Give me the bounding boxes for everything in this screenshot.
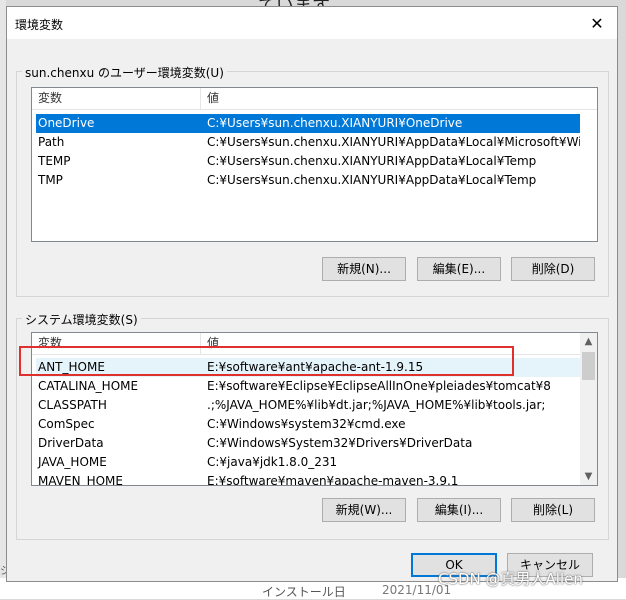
system-var-value: C:¥java¥jdk1.8.0_231 <box>207 455 338 469</box>
user-var-name: Path <box>38 135 65 149</box>
system-var-row-java-home[interactable]: JAVA_HOME C:¥java¥jdk1.8.0_231 <box>36 453 580 472</box>
ant-home-highlight-box <box>19 346 514 376</box>
column-header-variable[interactable]: 変数 <box>32 88 200 109</box>
title-bar[interactable]: 環境変数 ✕ <box>7 7 617 39</box>
user-var-row-path[interactable]: Path C:¥Users¥sun.chenxu.XIANYURI¥AppDat… <box>36 133 580 152</box>
system-var-name: CATALINA_HOME <box>38 379 139 393</box>
system-var-value: C:¥Windows¥system32¥cmd.exe <box>207 417 406 431</box>
user-var-row-temp[interactable]: TEMP C:¥Users¥sun.chenxu.XIANYURI¥AppDat… <box>36 152 580 171</box>
watermark-text: CSDN @真男人Allen <box>438 570 583 588</box>
user-variables-list[interactable]: 変数 値 OneDrive C:¥Users¥sun.chenxu.XIANYU… <box>31 87 598 242</box>
system-var-row-maven-home[interactable]: MAVEN_HOME E:¥software¥maven¥apache-mave… <box>36 472 580 486</box>
user-var-value: C:¥Users¥sun.chenxu.XIANYURI¥OneDrive <box>207 116 463 130</box>
system-var-row-classpath[interactable]: CLASSPATH .;%JAVA_HOME%¥lib¥dt.jar;%JAVA… <box>36 396 580 415</box>
user-delete-button[interactable]: 削除(D) <box>511 257 595 281</box>
user-var-name: TEMP <box>38 154 71 168</box>
user-new-button[interactable]: 新規(N)... <box>322 257 406 281</box>
user-edit-button[interactable]: 編集(E)... <box>417 257 501 281</box>
system-var-value: E:¥software¥maven¥apache-maven-3.9.1 <box>207 474 459 486</box>
background-install-date-label: インストール日 <box>262 585 346 599</box>
scrollbar-thumb[interactable] <box>582 352 595 380</box>
system-var-name: DriverData <box>38 436 104 450</box>
system-var-value: .;%JAVA_HOME%¥lib¥dt.jar;%JAVA_HOME%¥lib… <box>207 398 546 412</box>
system-var-row-catalina-home[interactable]: CATALINA_HOME E:¥software¥Eclipse¥Eclips… <box>36 377 580 396</box>
scroll-down-icon[interactable]: ▼ <box>580 468 597 485</box>
user-var-value: C:¥Users¥sun.chenxu.XIANYURI¥AppData¥Loc… <box>207 154 537 168</box>
system-new-button[interactable]: 新規(W)... <box>322 498 406 522</box>
system-var-row-driverdata[interactable]: DriverData C:¥Windows¥System32¥Drivers¥D… <box>36 434 580 453</box>
environment-variables-dialog: 環境変数 ✕ sun.chenxu のユーザー環境変数(U) 変数 値 OneD… <box>6 6 618 582</box>
system-var-name: ComSpec <box>38 417 95 431</box>
user-variables-header: 変数 値 <box>32 88 597 110</box>
user-var-value: C:¥Users¥sun.chenxu.XIANYURI¥AppData¥Loc… <box>207 173 537 187</box>
close-icon[interactable]: ✕ <box>585 13 609 35</box>
scroll-up-icon[interactable]: ▲ <box>580 333 597 350</box>
dialog-title: 環境変数 <box>15 18 64 32</box>
system-var-name: MAVEN_HOME <box>38 474 123 486</box>
system-variables-scrollbar[interactable]: ▲ ▼ <box>580 333 597 485</box>
user-var-value: C:¥Users¥sun.chenxu.XIANYURI¥AppData¥Loc… <box>207 135 580 149</box>
system-variables-label: システム環境変数(S) <box>22 311 141 328</box>
system-var-name: JAVA_HOME <box>38 455 107 469</box>
system-delete-button[interactable]: 削除(L) <box>511 498 595 522</box>
user-var-name: OneDrive <box>38 116 95 130</box>
system-var-value: E:¥software¥Eclipse¥EclipseAllInOne¥plei… <box>207 379 551 393</box>
column-header-value[interactable]: 値 <box>201 88 597 109</box>
user-var-row-onedrive[interactable]: OneDrive C:¥Users¥sun.chenxu.XIANYURI¥On… <box>36 114 580 133</box>
user-var-name: TMP <box>38 173 63 187</box>
system-var-row-comspec[interactable]: ComSpec C:¥Windows¥system32¥cmd.exe <box>36 415 580 434</box>
user-var-row-tmp[interactable]: TMP C:¥Users¥sun.chenxu.XIANYURI¥AppData… <box>36 171 580 190</box>
system-var-value: C:¥Windows¥System32¥Drivers¥DriverData <box>207 436 473 450</box>
system-edit-button[interactable]: 編集(I)... <box>417 498 501 522</box>
system-var-name: CLASSPATH <box>38 398 107 412</box>
user-variables-label: sun.chenxu のユーザー環境変数(U) <box>22 64 227 81</box>
